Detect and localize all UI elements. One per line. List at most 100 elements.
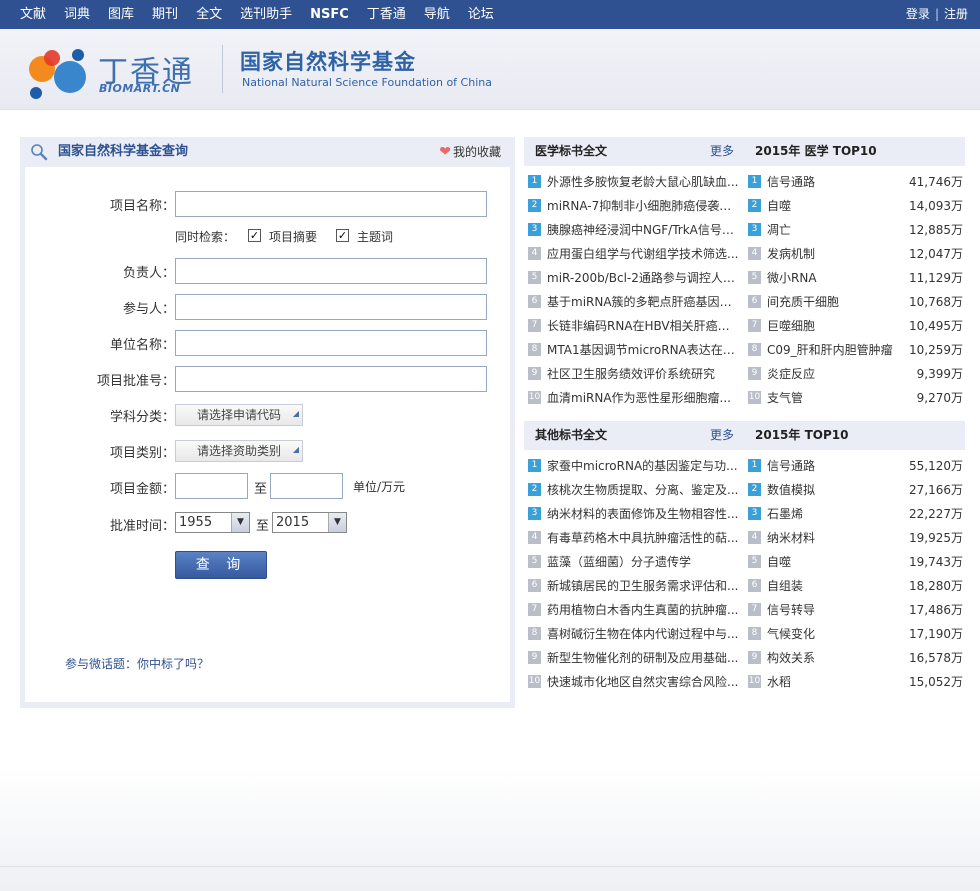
- keywords-checkbox[interactable]: ✓: [336, 229, 349, 242]
- keyword-link[interactable]: 间充质干细胞: [767, 290, 897, 314]
- list-row: 8 MTA1基因调节microRNA表达在肺... 8 C09_肝和肝内胆管肿瘤 10,…: [524, 338, 965, 362]
- fulltext-title-link[interactable]: 新型生物催化剂的研制及应用基础...: [547, 646, 741, 670]
- keyword-link[interactable]: 纳米材料: [767, 526, 897, 550]
- picker-corner-icon: ◢: [292, 409, 299, 418]
- fulltext-title-link[interactable]: 蓝藻（蓝细菌）分子遗传学: [547, 550, 741, 574]
- keyword-link[interactable]: 水稻: [767, 670, 897, 694]
- fulltext-title-link[interactable]: 血清miRNA作为恶性星形细胞瘤...: [547, 386, 741, 410]
- fulltext-title-link[interactable]: 新城镇居民的卫生服务需求评估和...: [547, 574, 741, 598]
- nav-link-journals[interactable]: 期刊: [143, 0, 187, 29]
- nav-link-images[interactable]: 图库: [99, 0, 143, 29]
- rank-badge: 7: [748, 603, 761, 616]
- funding-amount: 22,227万: [909, 507, 963, 521]
- keyword-link[interactable]: 石墨烯: [767, 502, 897, 526]
- nav-link-nsfc[interactable]: NSFC: [301, 0, 358, 29]
- rank-badge: 8: [528, 627, 541, 640]
- keyword-link[interactable]: 自噬: [767, 194, 897, 218]
- keyword-link[interactable]: 信号转导: [767, 598, 897, 622]
- biomart-logo-domain: BIOMART.CN: [99, 82, 181, 95]
- chevron-down-icon: ▼: [328, 513, 346, 532]
- nav-link-fulltext[interactable]: 全文: [187, 0, 231, 29]
- fulltext-title-link[interactable]: 快速城市化地区自然灾害综合风险...: [547, 670, 741, 694]
- subject-label: 学科分类：: [109, 410, 175, 425]
- keyword-link[interactable]: 自组装: [767, 574, 897, 598]
- rank-badge: 4: [528, 531, 541, 544]
- keyword-link[interactable]: 自噬: [767, 550, 897, 574]
- approval-number-input[interactable]: [175, 366, 487, 392]
- medical-panel-header: 医学标书全文 更多 2015年 医学 TOP10: [524, 137, 965, 166]
- leader-input[interactable]: [175, 258, 487, 284]
- rank-badge: 9: [528, 651, 541, 664]
- keyword-link[interactable]: 微小RNA: [767, 266, 897, 290]
- keyword-link[interactable]: 发病机制: [767, 242, 897, 266]
- institution-input[interactable]: [175, 330, 487, 356]
- fulltext-title-link[interactable]: 纳米材料的表面修饰及生物相容性...: [547, 502, 741, 526]
- my-favorites-link[interactable]: ❤ 我的收藏: [439, 137, 501, 167]
- query-button[interactable]: 查 询: [175, 551, 267, 579]
- funding-amount: 17,190万: [909, 627, 963, 641]
- rank-badge: 4: [748, 531, 761, 544]
- fulltext-title-link[interactable]: 有毒草药格木中具抗肿瘤活性的萜...: [547, 526, 741, 550]
- amount-min-input[interactable]: [175, 473, 248, 499]
- rank-badge: 6: [528, 295, 541, 308]
- nav-link-journal-helper[interactable]: 选刊助手: [231, 0, 301, 29]
- fulltext-title-link[interactable]: miR-200b/Bcl-2通路参与调控人肺...: [547, 266, 741, 290]
- list-row: 7 长链非编码RNA在HBV相关肝癌发... 7 巨噬细胞 10,495万: [524, 314, 965, 338]
- login-link[interactable]: 登录: [906, 7, 930, 21]
- amount-max-input[interactable]: [270, 473, 343, 499]
- weibo-topic-link[interactable]: 参与微话题：你中标了吗？: [65, 655, 209, 672]
- fulltext-title-link[interactable]: 应用蛋白组学与代谢组学技术筛选...: [547, 242, 741, 266]
- subject-picker-button[interactable]: 请选择申请代码 ◢: [175, 404, 303, 426]
- nav-link-biomart[interactable]: 丁香通: [358, 0, 415, 29]
- fulltext-title-link[interactable]: 外源性多胺恢复老龄大鼠心肌缺血...: [547, 170, 741, 194]
- funding-amount: 17,486万: [909, 603, 963, 617]
- search-panel: 国家自然科学基金查询 ❤ 我的收藏 项目名称： 同时检索： ✓ 项目摘要 ✓ 主题…: [20, 137, 515, 708]
- fulltext-title-link[interactable]: 药用植物白木香内生真菌的抗肿瘤...: [547, 598, 741, 622]
- rank-badge: 3: [748, 507, 761, 520]
- rank-badge: 10: [748, 675, 761, 688]
- nav-link-navigation[interactable]: 导航: [415, 0, 459, 29]
- category-picker-button[interactable]: 请选择资助类别 ◢: [175, 440, 303, 462]
- nav-link-dictionary[interactable]: 词典: [55, 0, 99, 29]
- keyword-link[interactable]: 巨噬细胞: [767, 314, 897, 338]
- fulltext-title-link[interactable]: 长链非编码RNA在HBV相关肝癌发...: [547, 314, 741, 338]
- fulltext-title-link[interactable]: 核桃次生物质提取、分离、鉴定及...: [547, 478, 741, 502]
- list-row: 6 基于miRNA簇的多靶点肝癌基因治... 6 间充质干细胞 10,768万: [524, 290, 965, 314]
- rank-badge: 10: [528, 391, 541, 404]
- participant-input[interactable]: [175, 294, 487, 320]
- fulltext-title-link[interactable]: MTA1基因调节microRNA表达在肺...: [547, 338, 741, 362]
- keyword-link[interactable]: 气候变化: [767, 622, 897, 646]
- year-to-select[interactable]: 2015 ▼: [272, 512, 347, 533]
- fulltext-title-link[interactable]: miRNA-7抑制非小细胞肺癌侵袭转...: [547, 194, 741, 218]
- category-picker-label: 请选择资助类别: [196, 444, 281, 458]
- fulltext-title-link[interactable]: 基于miRNA簇的多靶点肝癌基因治...: [547, 290, 741, 314]
- list-row: 3 胰腺癌神经浸润中NGF/TrkA信号通... 3 凋亡 12,885万: [524, 218, 965, 242]
- other-more-link[interactable]: 更多: [710, 421, 734, 450]
- medical-more-link[interactable]: 更多: [710, 137, 734, 166]
- keyword-link[interactable]: C09_肝和肝内胆管肿瘤: [767, 338, 897, 362]
- keyword-link[interactable]: 炎症反应: [767, 362, 897, 386]
- keyword-link[interactable]: 数值模拟: [767, 478, 897, 502]
- rank-badge: 3: [748, 223, 761, 236]
- nav-link-literature[interactable]: 文献: [0, 0, 55, 29]
- fulltext-title-link[interactable]: 社区卫生服务绩效评价系统研究: [547, 362, 741, 386]
- other-top10-title: 2015年 TOP10: [755, 428, 849, 442]
- keyword-link[interactable]: 凋亡: [767, 218, 897, 242]
- fulltext-title-link[interactable]: 家蚕中microRNA的基因鉴定与功...: [547, 454, 741, 478]
- keyword-link[interactable]: 信号通路: [767, 170, 897, 194]
- nav-link-forum[interactable]: 论坛: [459, 0, 503, 29]
- year-from-select[interactable]: 1955 ▼: [175, 512, 250, 533]
- keyword-link[interactable]: 构效关系: [767, 646, 897, 670]
- list-row: 10 快速城市化地区自然灾害综合风险... 10 水稻 15,052万: [524, 670, 965, 694]
- project-name-input[interactable]: [175, 191, 487, 217]
- fulltext-title-link[interactable]: 胰腺癌神经浸润中NGF/TrkA信号通...: [547, 218, 741, 242]
- biomart-logo-icon[interactable]: [26, 47, 88, 101]
- abstract-checkbox[interactable]: ✓: [248, 229, 261, 242]
- keyword-link[interactable]: 信号通路: [767, 454, 897, 478]
- header-divider: [222, 45, 223, 93]
- register-link[interactable]: 注册: [944, 7, 968, 21]
- keyword-link[interactable]: 支气管: [767, 386, 897, 410]
- funding-amount: 10,768万: [909, 295, 963, 309]
- project-name-label: 项目名称：: [109, 199, 175, 214]
- fulltext-title-link[interactable]: 喜树碱衍生物在体内代谢过程中与...: [547, 622, 741, 646]
